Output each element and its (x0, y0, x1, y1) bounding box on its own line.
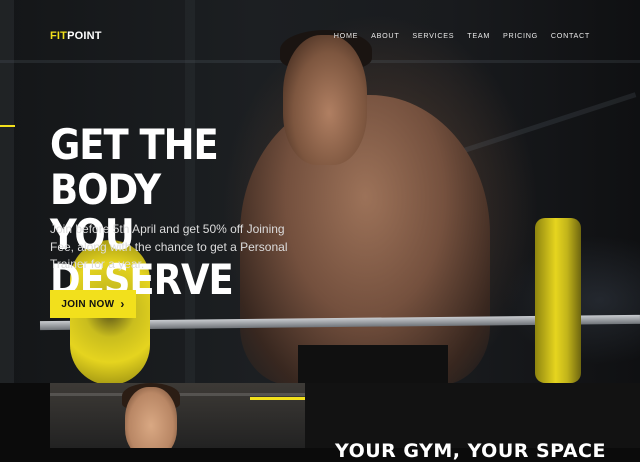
weight-plate-right (535, 218, 581, 383)
nav-item-services[interactable]: SERVICES (412, 31, 454, 40)
logo-part-fit: FIT (50, 30, 68, 42)
hero-headline: GET THE BODY YOU DESERVE (50, 122, 279, 302)
section-title: YOUR GYM, YOUR SPACE (335, 440, 606, 462)
join-now-label: JOIN NOW (61, 298, 115, 310)
logo-part-point: POINT (67, 30, 102, 42)
main-nav: HOME ABOUT SERVICES TEAM PRICING CONTACT (334, 31, 590, 40)
headline-line-1: GET THE BODY (50, 120, 219, 214)
brand-logo[interactable]: FITPOINT (50, 30, 102, 42)
athlete-shorts (298, 345, 448, 383)
accent-line (250, 397, 305, 400)
nav-item-team[interactable]: TEAM (467, 31, 490, 40)
about-panel (305, 383, 640, 448)
join-now-button[interactable]: JOIN NOW › (50, 290, 136, 318)
background-pillar (0, 0, 14, 383)
nav-item-about[interactable]: ABOUT (371, 31, 399, 40)
nav-item-home[interactable]: HOME (334, 31, 358, 40)
hero-subtext: Join before 5th April and get 50% off Jo… (50, 222, 288, 271)
chevron-right-icon: › (120, 297, 125, 311)
background-beam (463, 92, 637, 153)
athlete-head (283, 35, 367, 165)
nav-item-pricing[interactable]: PRICING (503, 31, 538, 40)
nav-item-contact[interactable]: CONTACT (551, 31, 590, 40)
trainer-photo (50, 383, 305, 448)
trainer-face (125, 387, 177, 448)
accent-line (0, 125, 15, 127)
